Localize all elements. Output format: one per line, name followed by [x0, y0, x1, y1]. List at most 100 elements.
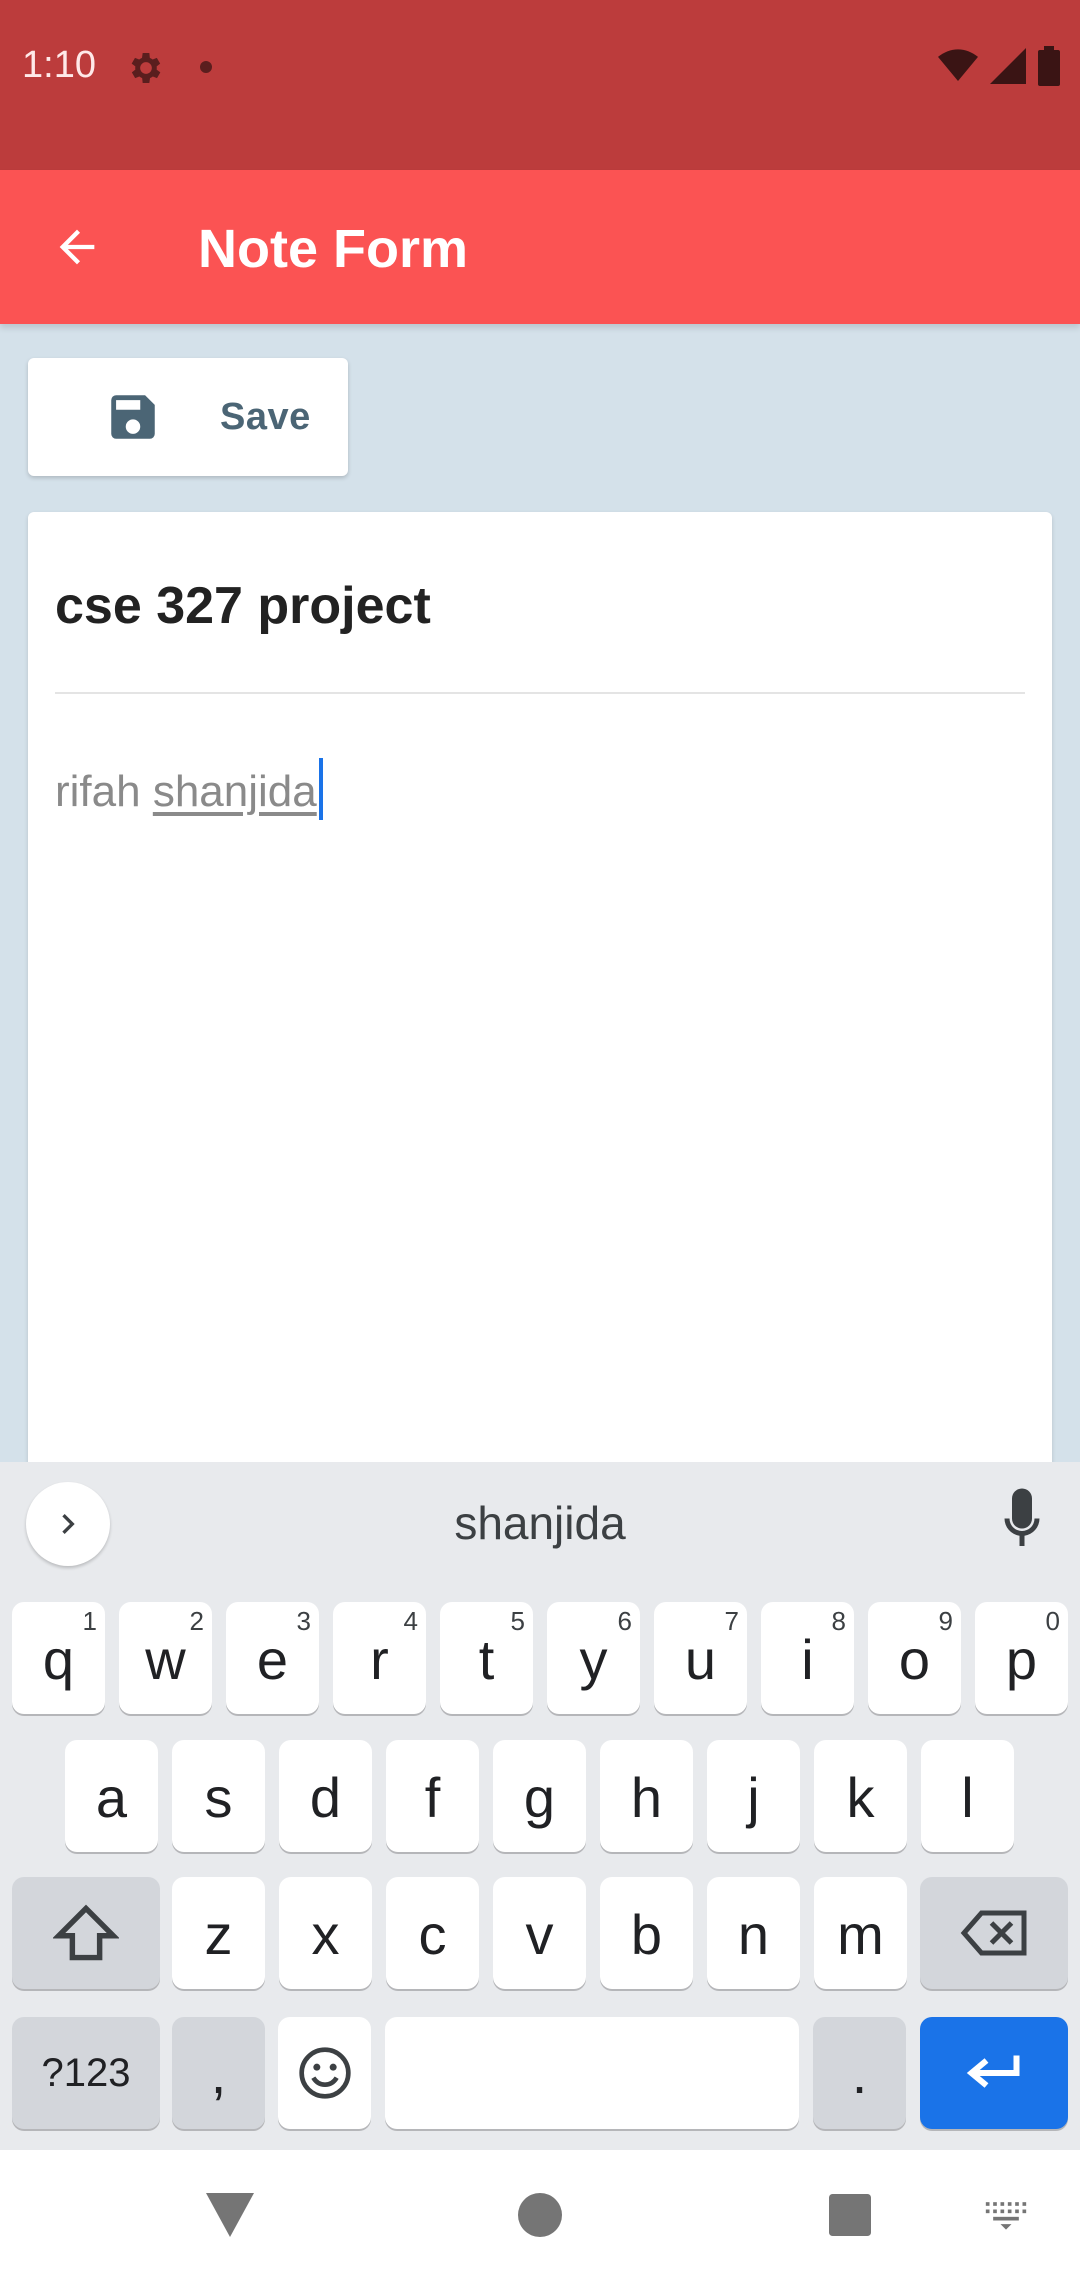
key-q[interactable]: 1q: [12, 1602, 105, 1714]
battery-icon: [1038, 46, 1060, 86]
note-body-text: rifah: [55, 767, 153, 816]
key-e[interactable]: 3e: [226, 1602, 319, 1714]
key-label: i: [801, 1627, 814, 1691]
key-r[interactable]: 4r: [333, 1602, 426, 1714]
nav-back-button[interactable]: [190, 2180, 270, 2250]
key-label: w: [145, 1627, 186, 1691]
key-f[interactable]: f: [386, 1740, 479, 1852]
save-button[interactable]: Save: [28, 358, 348, 476]
arrow-left-icon: [59, 229, 95, 265]
text-caret: [318, 758, 323, 820]
comma-key[interactable]: ,: [172, 2017, 265, 2129]
shift-arrow-icon: [53, 1904, 119, 1961]
key-label: g: [523, 1765, 556, 1829]
key-i[interactable]: 8i: [761, 1602, 854, 1714]
key-label: j: [747, 1765, 760, 1829]
nav-recents-button[interactable]: [810, 2180, 890, 2250]
key-hint: 2: [189, 1606, 204, 1636]
key-p[interactable]: 0p: [975, 1602, 1068, 1714]
key-hint: 7: [724, 1606, 739, 1636]
key-label: d: [309, 1765, 342, 1829]
soft-keyboard: shanjida 1q2w3e4r5t6y7u8i9o0p asdfghjkl …: [0, 1462, 1080, 2150]
page-title: Note Form: [198, 219, 468, 279]
save-button-label: Save: [220, 396, 311, 438]
key-label: v: [525, 1902, 554, 1966]
microphone-icon[interactable]: [992, 1486, 1052, 1556]
key-label: z: [204, 1902, 233, 1966]
key-m[interactable]: m: [814, 1877, 907, 1989]
key-hint: 1: [82, 1606, 97, 1636]
note-title-input[interactable]: cse 327 project: [55, 576, 431, 636]
key-g[interactable]: g: [493, 1740, 586, 1852]
key-y[interactable]: 6y: [547, 1602, 640, 1714]
keyboard-switch-button[interactable]: [976, 2190, 1036, 2240]
space-key[interactable]: [385, 2017, 799, 2129]
back-button[interactable]: [40, 210, 114, 284]
key-t[interactable]: 5t: [440, 1602, 533, 1714]
emoji-key[interactable]: [278, 2017, 371, 2129]
key-label: f: [424, 1765, 441, 1829]
status-icons: [938, 44, 1060, 88]
app-bar: Note Form: [0, 170, 1080, 324]
key-label: c: [418, 1902, 447, 1966]
key-w[interactable]: 2w: [119, 1602, 212, 1714]
key-k[interactable]: k: [814, 1740, 907, 1852]
key-o[interactable]: 9o: [868, 1602, 961, 1714]
key-hint: 5: [510, 1606, 525, 1636]
key-hint: 4: [403, 1606, 418, 1636]
recents-square-icon: [829, 2194, 871, 2236]
key-label: e: [256, 1627, 289, 1691]
divider: [55, 692, 1025, 694]
suggestion-bar: shanjida: [0, 1462, 1080, 1590]
home-circle-icon: [518, 2193, 562, 2237]
key-label: a: [95, 1765, 128, 1829]
backspace-icon: [960, 1910, 1027, 1956]
key-label: r: [370, 1627, 389, 1691]
enter-key[interactable]: [920, 2017, 1068, 2129]
note-card: cse 327 project rifah shanjida: [28, 512, 1052, 1512]
back-triangle-icon: [206, 2193, 254, 2237]
system-nav-bar: [0, 2150, 1080, 2280]
key-label: n: [737, 1902, 770, 1966]
key-j[interactable]: j: [707, 1740, 800, 1852]
key-label: q: [42, 1627, 75, 1691]
key-label: l: [961, 1765, 974, 1829]
nav-home-button[interactable]: [500, 2180, 580, 2250]
note-body-composing-text: shanjida: [152, 767, 317, 816]
key-label: u: [684, 1627, 717, 1691]
symbols-key-label: ?123: [41, 2050, 131, 2095]
key-v[interactable]: v: [493, 1877, 586, 1989]
key-s[interactable]: s: [172, 1740, 265, 1852]
key-n[interactable]: n: [707, 1877, 800, 1989]
key-x[interactable]: x: [279, 1877, 372, 1989]
key-h[interactable]: h: [600, 1740, 693, 1852]
keyboard-switch-icon: [985, 2202, 1027, 2230]
key-label: x: [311, 1902, 340, 1966]
key-d[interactable]: d: [279, 1740, 372, 1852]
key-u[interactable]: 7u: [654, 1602, 747, 1714]
symbols-key[interactable]: ?123: [12, 2017, 160, 2129]
key-label: b: [630, 1902, 663, 1966]
comma-key-label: ,: [210, 2041, 227, 2105]
key-hint: 9: [938, 1606, 953, 1636]
key-z[interactable]: z: [172, 1877, 265, 1989]
backspace-key[interactable]: [920, 1877, 1068, 1989]
key-label: t: [478, 1627, 495, 1691]
key-label: s: [204, 1765, 233, 1829]
gear-icon: [131, 53, 161, 83]
period-key[interactable]: .: [813, 2017, 906, 2129]
status-time: 1:10: [22, 44, 96, 86]
key-hint: 0: [1045, 1606, 1060, 1636]
key-l[interactable]: l: [921, 1740, 1014, 1852]
key-hint: 6: [617, 1606, 632, 1636]
key-b[interactable]: b: [600, 1877, 693, 1989]
suggestion-word[interactable]: shanjida: [0, 1496, 1080, 1550]
key-hint: 3: [296, 1606, 311, 1636]
note-body-input[interactable]: rifah shanjida: [55, 758, 323, 820]
key-c[interactable]: c: [386, 1877, 479, 1989]
shift-key[interactable]: [12, 1877, 160, 1989]
key-label: h: [630, 1765, 663, 1829]
key-a[interactable]: a: [65, 1740, 158, 1852]
status-bar: 1:10: [0, 0, 1080, 170]
floppy-disk-icon: [111, 395, 155, 439]
